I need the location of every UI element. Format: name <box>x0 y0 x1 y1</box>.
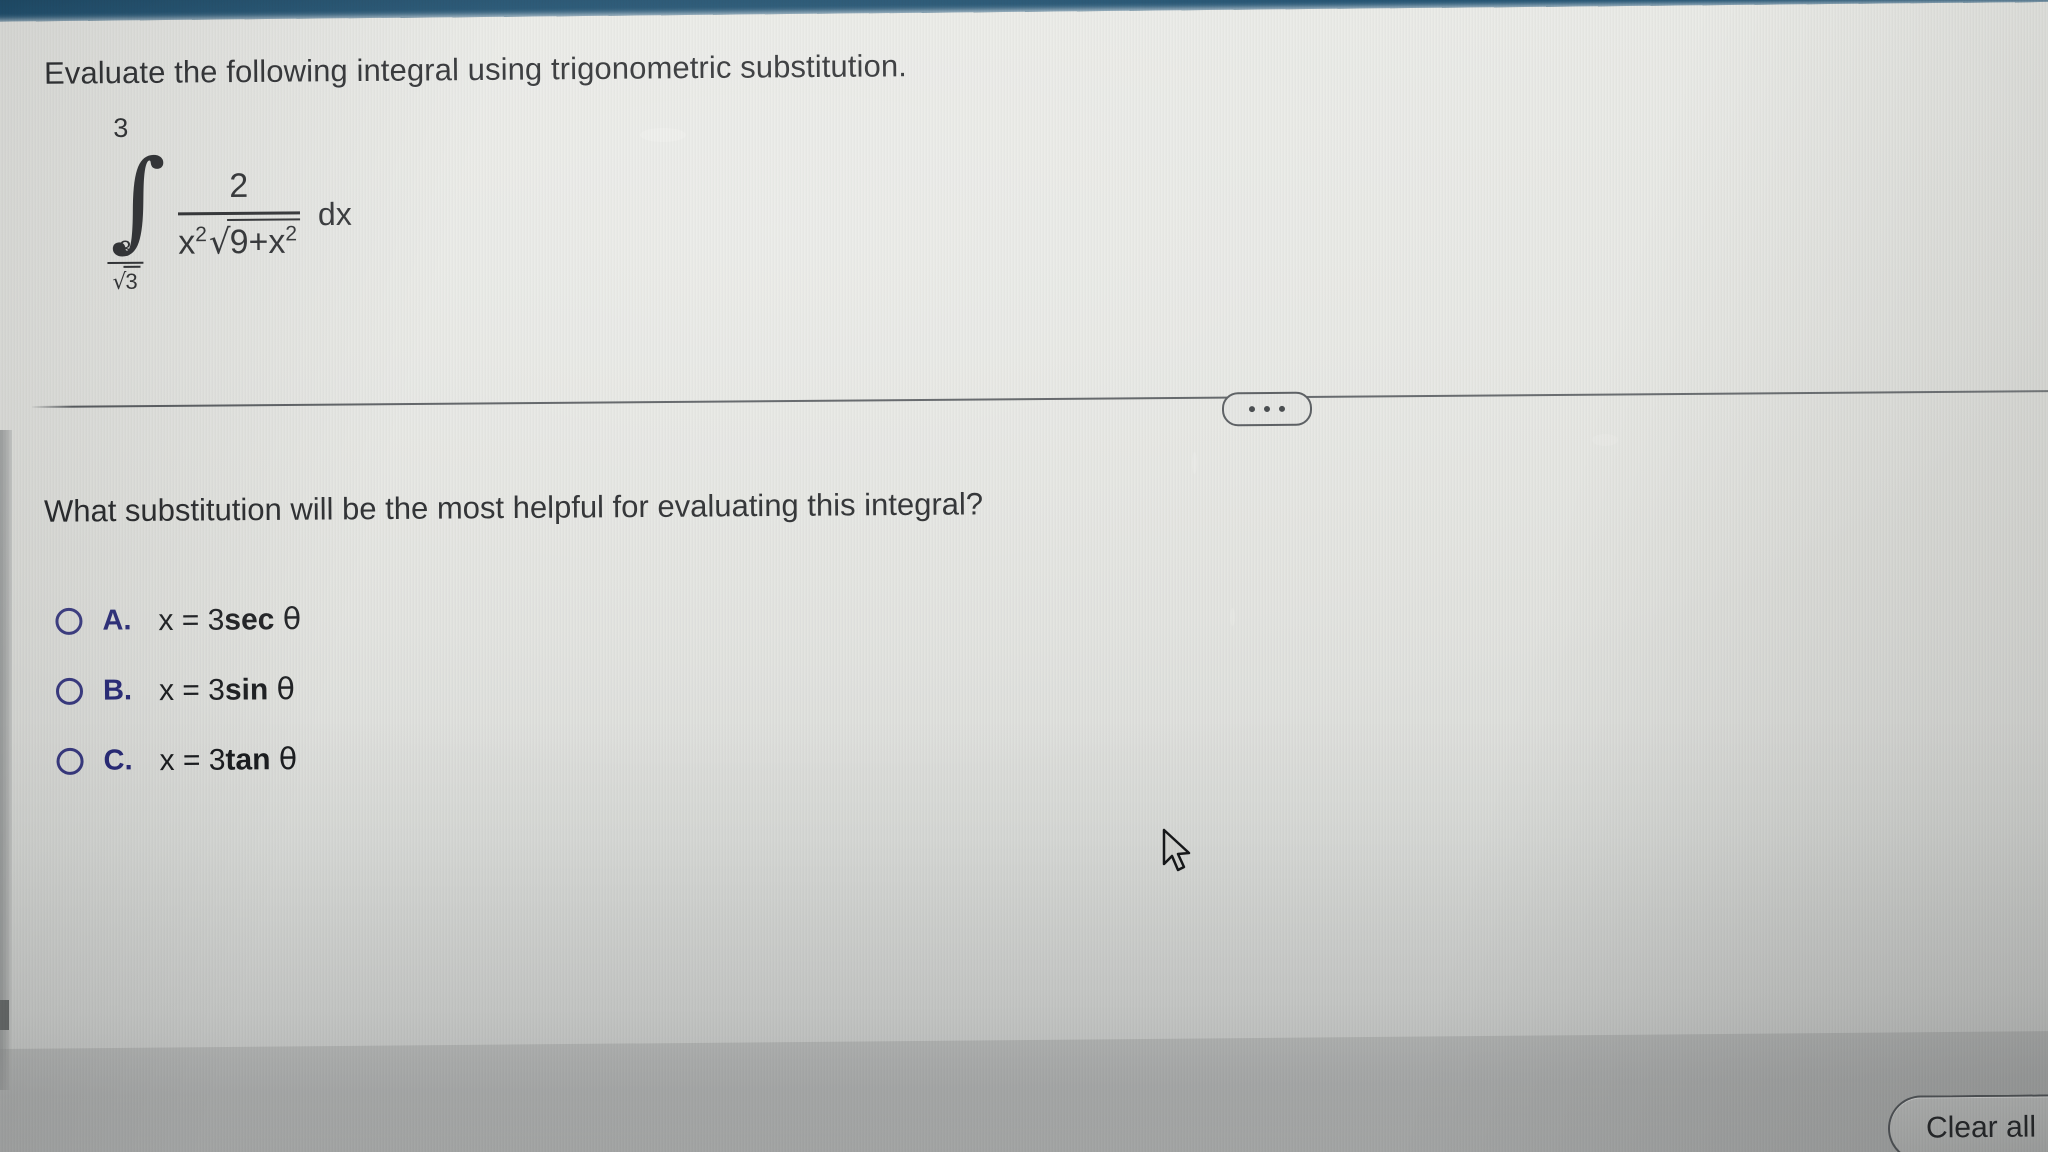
screen-speck <box>1592 434 1618 446</box>
option-b-lhs: x = <box>158 673 200 707</box>
exercise-prompt: Evaluate the following integral using tr… <box>43 48 908 91</box>
radicand-second-x: x <box>268 223 286 262</box>
lower-limit-radicand: 3 <box>123 265 141 294</box>
ellipsis-dot-icon <box>1278 405 1286 412</box>
more-options-button[interactable] <box>1221 391 1313 427</box>
differential-dx: dx <box>317 195 352 232</box>
denominator-x: x <box>178 223 196 263</box>
option-letter-c: C. <box>103 743 133 777</box>
radicand-first: 9 <box>229 223 249 262</box>
lower-limit-fraction-bar <box>107 261 144 265</box>
option-letter-b: B. <box>102 673 133 707</box>
screen-speck <box>640 128 686 142</box>
option-text-a: x = 3sec θ <box>158 602 301 638</box>
radicand-group: 9+x2 <box>227 218 301 263</box>
integrand-numerator: 2 <box>229 167 249 206</box>
option-b-variable: θ <box>276 671 296 707</box>
option-c-function: tan <box>225 742 271 777</box>
option-text-c: x = 3tan θ <box>159 742 297 778</box>
option-c-lhs: x = <box>159 743 201 777</box>
option-a-lhs: x = <box>158 603 200 637</box>
clear-all-button[interactable]: Clear all <box>1887 1094 2048 1152</box>
option-row-a[interactable]: A. x = 3sec θ <box>55 584 301 656</box>
option-c-variable: θ <box>278 741 298 777</box>
integral-expression: 3 ∫ 3 √3 2 x2√9+x2 dx <box>95 113 352 309</box>
lower-limit-denominator: √3 <box>107 265 144 295</box>
option-c-coefficient: 3 <box>208 743 226 777</box>
option-a-function: sec <box>224 602 275 637</box>
radio-button-b[interactable] <box>55 677 84 705</box>
option-row-b[interactable]: B. x = 3sin θ <box>55 654 302 726</box>
option-text-b: x = 3sin θ <box>159 672 295 708</box>
integrand-fraction: 2 x2√9+x2 <box>177 167 301 263</box>
denominator-x-exponent: 2 <box>195 223 208 247</box>
screen-speck <box>1230 608 1235 626</box>
option-b-coefficient: 3 <box>208 673 226 707</box>
radio-button-a[interactable] <box>55 607 83 635</box>
radicand-second-exponent: 2 <box>285 222 298 246</box>
integral-with-limits: 3 ∫ 3 √3 <box>95 113 167 309</box>
bottom-toolbar <box>0 1030 2048 1152</box>
exercise-content: Evaluate the following integral using tr… <box>0 0 2048 1152</box>
lower-limit-numerator: 3 <box>119 235 132 261</box>
ellipsis-dot-icon <box>1263 405 1271 413</box>
option-b-function: sin <box>224 672 269 707</box>
screen-speck <box>1192 452 1197 474</box>
screen-photo: Evaluate the following integral using tr… <box>0 0 2048 1152</box>
section-divider <box>31 390 2048 408</box>
mouse-cursor-icon <box>1162 828 1191 872</box>
option-a-coefficient: 3 <box>207 603 225 637</box>
ellipsis-dot-icon <box>1248 406 1256 413</box>
option-a-variable: θ <box>282 601 302 637</box>
radio-button-c[interactable] <box>56 747 84 775</box>
radicand-operator: + <box>248 223 269 262</box>
integrand-denominator: x2√9+x2 <box>178 215 301 263</box>
answer-options: A. x = 3sec θ B. x = 3sin θ C. x = 3tan … <box>55 584 302 796</box>
option-letter-a: A. <box>102 603 132 637</box>
question-text: What substitution will be the most helpf… <box>43 486 984 529</box>
integral-lower-limit: 3 √3 <box>102 235 149 295</box>
option-row-c[interactable]: C. x = 3tan θ <box>56 724 302 796</box>
